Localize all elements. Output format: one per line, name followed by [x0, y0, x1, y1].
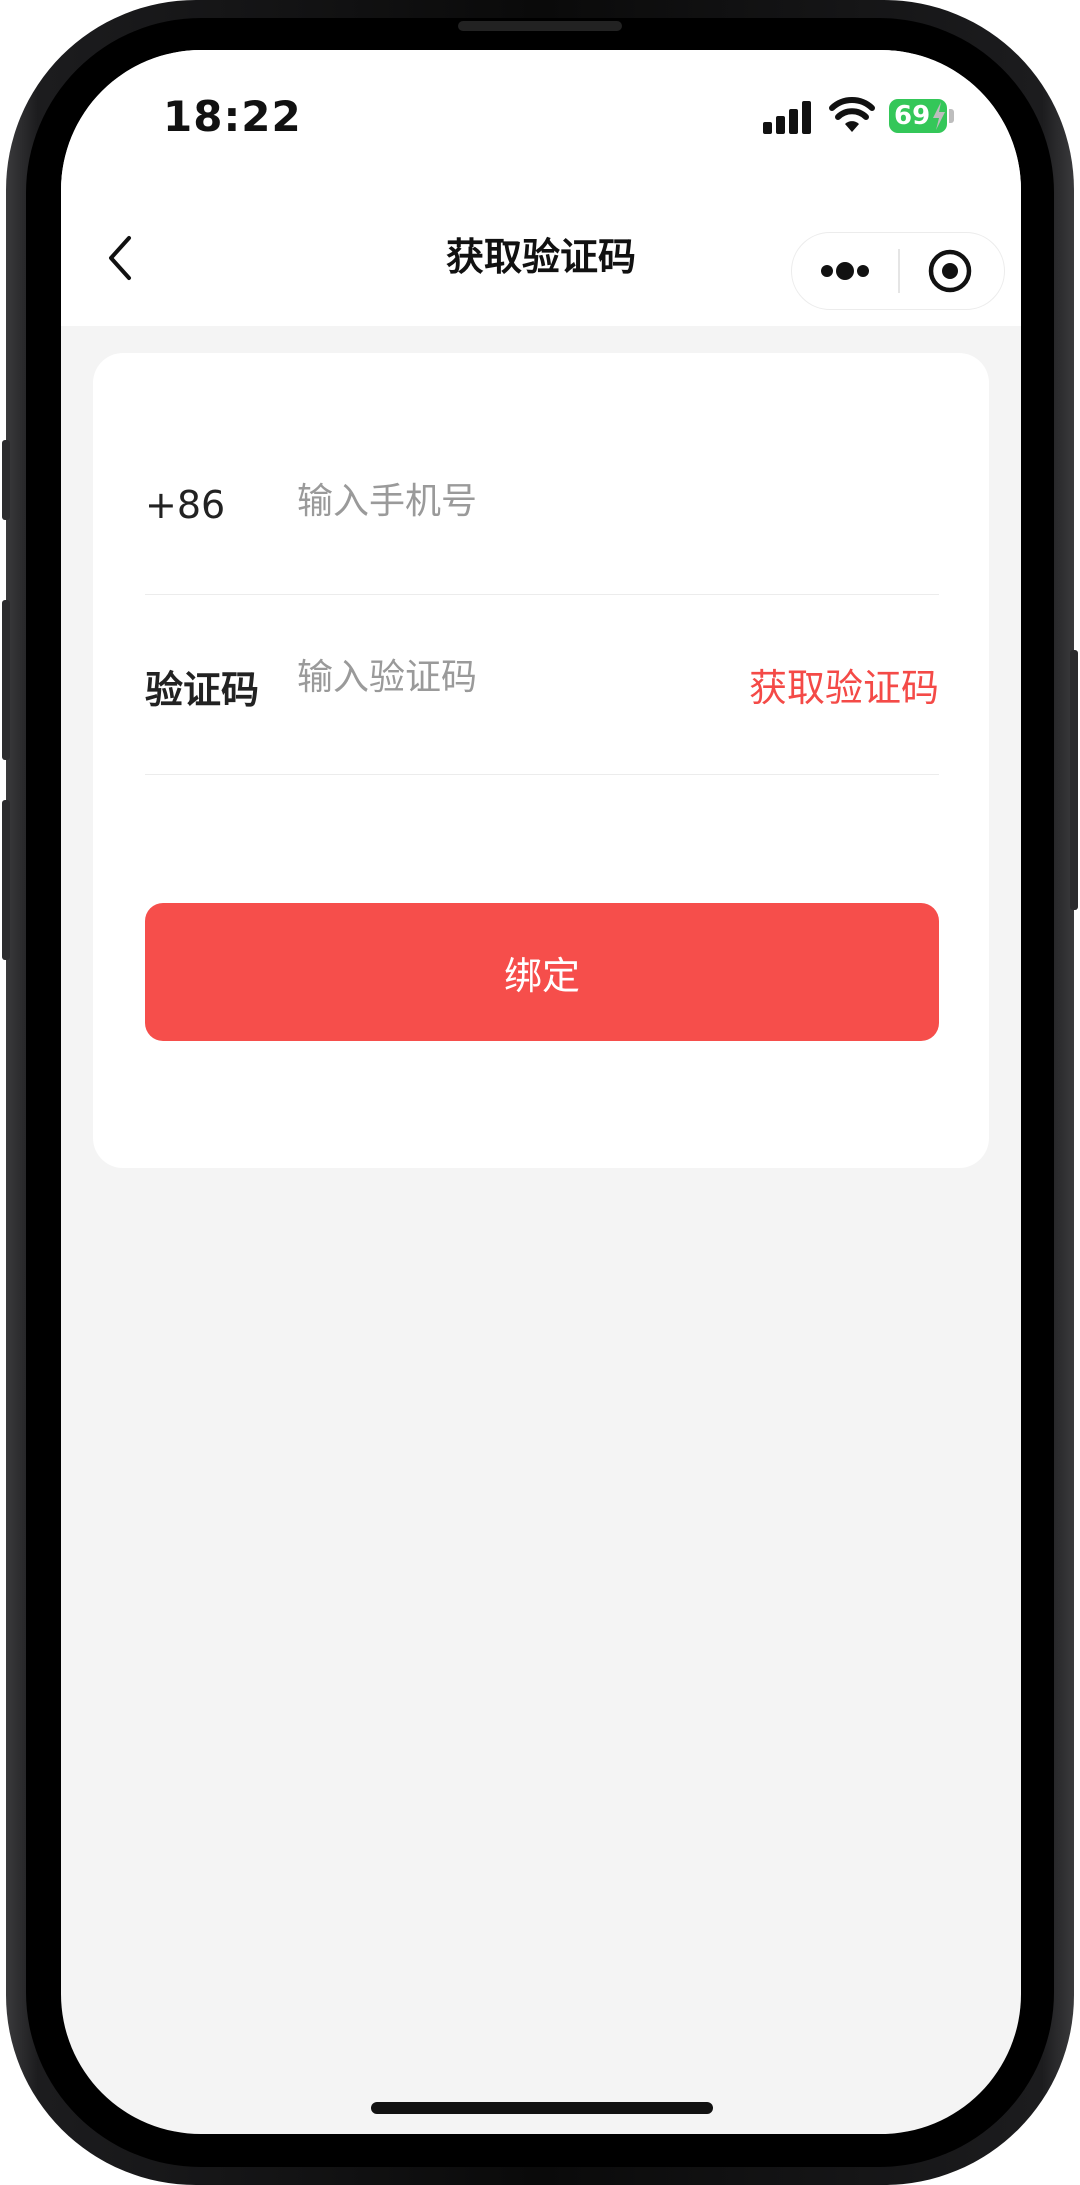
status-time: 18:22	[163, 92, 302, 141]
charging-bolt-icon	[933, 102, 945, 130]
side-button-volume-up	[2, 600, 10, 760]
side-button-volume-down	[2, 800, 10, 960]
side-button-silent	[2, 440, 10, 520]
battery-cap	[949, 109, 954, 123]
wifi-icon	[829, 97, 875, 132]
side-button-power	[1070, 650, 1078, 910]
code-input[interactable]	[297, 657, 717, 698]
screen: 18:22 69 获取验证码 +86 输入手机号 验证码 输入验证码 获取验证码…	[61, 50, 1021, 2134]
battery-level: 69	[894, 101, 931, 131]
code-label: 验证码	[145, 668, 260, 712]
bind-form-card: +86 验证码 获取验证码 绑定	[93, 353, 989, 1168]
menu-capsule	[791, 232, 1005, 310]
code-row: 验证码 获取验证码	[145, 595, 939, 775]
nav-bar: 获取验证码	[61, 180, 1021, 326]
more-dots-icon[interactable]	[792, 233, 898, 309]
country-code: +86	[145, 483, 226, 527]
speaker-grille	[458, 21, 622, 31]
home-indicator[interactable]	[371, 2102, 713, 2114]
status-bar: 18:22 69	[61, 50, 1021, 180]
cellular-signal-icon	[763, 100, 813, 134]
get-code-button[interactable]: 获取验证码	[749, 657, 939, 712]
target-circle-icon[interactable]	[900, 233, 1004, 309]
phone-input[interactable]	[297, 481, 697, 522]
phone-row: +86	[145, 353, 939, 595]
bind-button[interactable]: 绑定	[145, 903, 939, 1041]
